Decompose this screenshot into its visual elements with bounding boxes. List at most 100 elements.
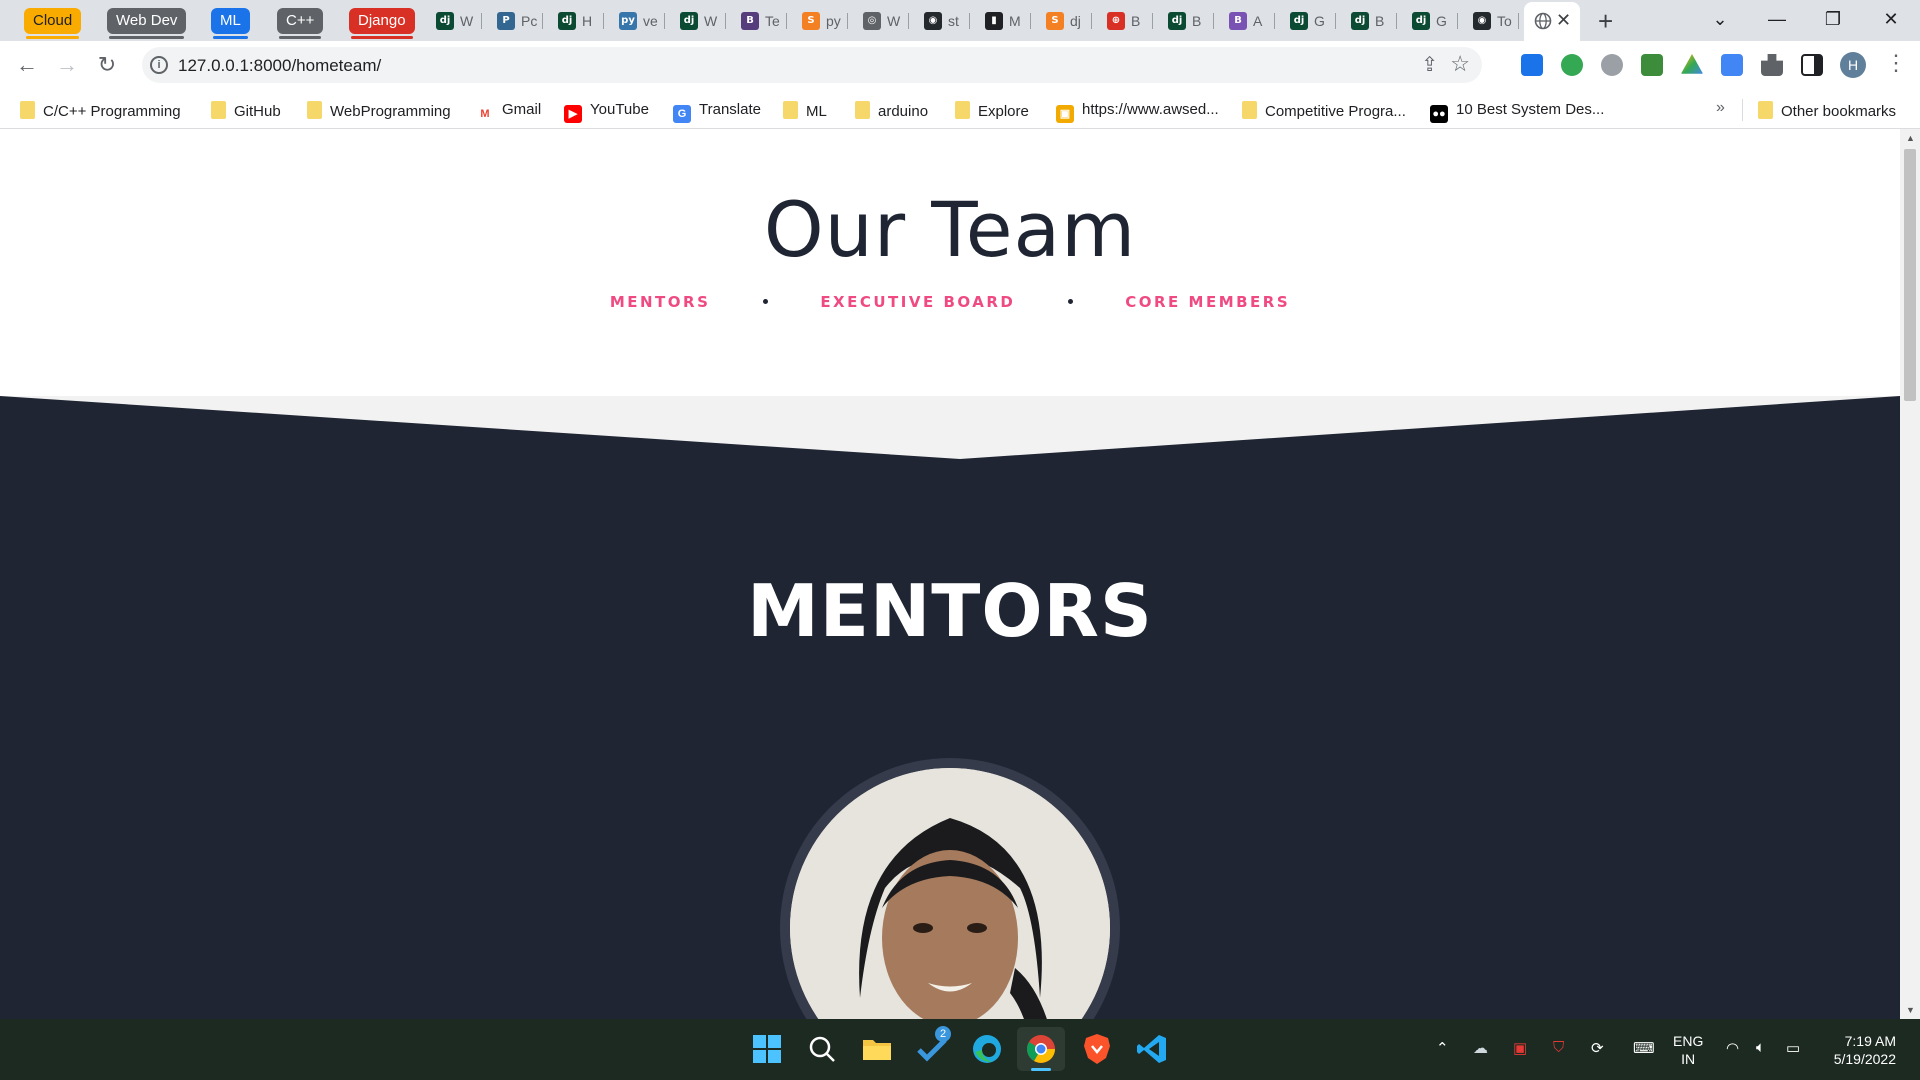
nav-executive-board-link[interactable]: EXECUTIVE BOARD [820,293,1015,311]
tab-search-icon[interactable]: ⌄ [1695,4,1745,34]
mentor-photo[interactable] [790,768,1110,1019]
tab-group-chip[interactable]: C++ [277,8,324,39]
battery-icon[interactable]: ▭ [1786,1039,1800,1057]
language-indicator[interactable]: ENG IN [1673,1032,1703,1068]
sync-icon[interactable]: ⟳ [1591,1039,1604,1057]
new-tab-button[interactable]: + [1598,6,1613,36]
nav-core-members-link[interactable]: CORE MEMBERS [1125,293,1290,311]
browser-tab[interactable]: Sdj [1038,6,1092,36]
tab-separator [1335,13,1336,29]
system-clock[interactable]: 7:19 AM 5/19/2022 [1826,1032,1896,1068]
tab-group-chip[interactable]: Web Dev [107,8,187,39]
browser-tab[interactable]: dj G [1404,6,1458,36]
show-hidden-icons-icon[interactable]: ⌃ [1436,1039,1449,1057]
browser-tab[interactable]: ▮ M [977,6,1031,36]
browser-tab[interactable]: Spy [794,6,848,36]
bookmark-item[interactable]: M Gmail [476,101,541,123]
clock-date: 5/19/2022 [1833,1051,1896,1067]
close-window-button[interactable]: ✕ [1866,4,1916,34]
browser-tab[interactable]: dj H [550,6,604,36]
site-info-icon[interactable]: i [150,56,168,74]
bookmark-label: Gmail [502,101,542,118]
google-drive-icon[interactable] [1681,54,1703,74]
keyboard-icon[interactable]: ⌨ [1633,1039,1655,1057]
browser-tab[interactable]: ◉ st [916,6,970,36]
browser-tab[interactable]: dj G [1282,6,1336,36]
scrollbar-thumb[interactable] [1904,149,1916,401]
search-icon[interactable] [805,1032,839,1066]
bootstrap-icon: B [1229,12,1247,30]
tab-separator [481,13,482,29]
extension-plus-icon[interactable] [1561,54,1583,76]
page-scrollbar[interactable]: ▲ ▼ [1900,129,1920,1019]
minimize-button[interactable]: — [1752,4,1802,34]
browser-tab[interactable]: py ve [611,6,665,36]
github-icon: ◉ [924,12,942,30]
side-panel-icon[interactable] [1801,54,1823,76]
extension-bug-icon[interactable] [1601,54,1623,76]
browser-tab[interactable]: dj B [1160,6,1214,36]
bookmark-item[interactable]: ML [783,101,827,121]
edge-browser-icon[interactable] [970,1032,1004,1066]
extension-html-icon[interactable] [1641,54,1663,76]
active-app-indicator [1031,1068,1051,1071]
bookmark-item[interactable]: ●● 10 Best System Des... [1430,101,1604,123]
bookmark-item[interactable]: C/C++ Programming [20,101,181,121]
brave-browser-icon[interactable] [1080,1032,1114,1066]
other-bookmarks-folder[interactable]: Other bookmarks [1758,101,1896,121]
browser-tab[interactable]: ◉ To [1465,6,1519,36]
address-bar[interactable]: i 127.0.0.1:8000/hometeam/ ⇪ ☆ [142,47,1482,83]
bookmark-item[interactable]: WebProgramming [307,101,451,121]
scroll-down-arrow-icon[interactable]: ▼ [1906,1005,1915,1015]
browser-tab[interactable]: ⊕ B [1099,6,1153,36]
wifi-icon[interactable]: ◠ [1726,1039,1739,1057]
tab-title: G [1436,13,1447,29]
browser-tab[interactable]: dj B [1343,6,1397,36]
browser-tab[interactable]: P Pc [489,6,543,36]
bookmark-star-icon[interactable]: ☆ [1450,51,1470,77]
url-text[interactable]: 127.0.0.1:8000/hometeam/ [178,56,381,76]
google-translate-extension-icon[interactable] [1721,54,1743,76]
share-icon[interactable]: ⇪ [1421,52,1438,77]
forward-icon[interactable]: → [52,50,82,80]
close-tab-icon[interactable]: ✕ [1556,10,1571,31]
back-icon[interactable]: ← [12,50,42,80]
vscode-icon[interactable] [1135,1032,1169,1066]
tab-separator [725,13,726,29]
tray-app-icon[interactable]: ▣ [1513,1039,1527,1057]
bookmark-item[interactable]: ▶ YouTube [564,101,649,123]
reload-icon[interactable]: ↻ [92,50,122,80]
nav-mentors-link[interactable]: MENTORS [610,293,711,311]
scroll-up-arrow-icon[interactable]: ▲ [1906,133,1915,143]
restore-button[interactable]: ❐ [1808,4,1858,34]
bookmark-item[interactable]: G Translate [673,101,761,123]
extensions-puzzle-icon[interactable] [1761,54,1783,76]
tab-group-chip[interactable]: Cloud [24,8,82,39]
browser-tab[interactable]: dj W [672,6,726,36]
bookmarks-overflow-icon[interactable]: » [1716,99,1725,117]
browser-tab[interactable]: BA [1221,6,1275,36]
page-viewport: Our Team MENTORS EXECUTIVE BOARD CORE ME… [0,129,1900,1019]
browser-tab[interactable]: B Te [733,6,787,36]
todo-app-button[interactable]: 2 [915,1026,951,1066]
bookmark-item[interactable]: Competitive Progra... [1242,101,1406,121]
bookmark-item[interactable]: GitHub [211,101,281,121]
tab-group-chip[interactable]: Django [349,8,415,39]
tab-group-chip[interactable]: ML [211,8,250,39]
chrome-taskbar-button[interactable] [1017,1027,1065,1071]
menu-kebab-icon[interactable]: ⋮ [1885,50,1907,76]
onedrive-cloud-icon[interactable]: ☁ [1473,1039,1488,1057]
volume-icon[interactable]: 🔈︎ [1756,1039,1765,1056]
file-explorer-icon[interactable] [860,1032,894,1066]
profile-avatar[interactable]: H [1840,52,1866,78]
bookmark-item[interactable]: arduino [855,101,928,121]
mcafee-shield-icon[interactable]: ⛉ [1553,1039,1564,1056]
windows-start-icon[interactable] [750,1032,784,1066]
browser-tab[interactable]: ◎ W [855,6,909,36]
active-tab[interactable]: ✕ [1524,2,1580,41]
tab-title: dj [1070,13,1081,29]
extension-snowflake-icon[interactable] [1521,54,1543,76]
browser-tab[interactable]: dj W [428,6,482,36]
bookmark-item[interactable]: ▣ https://www.awsed... [1056,101,1219,123]
bookmark-item[interactable]: Explore [955,101,1029,121]
